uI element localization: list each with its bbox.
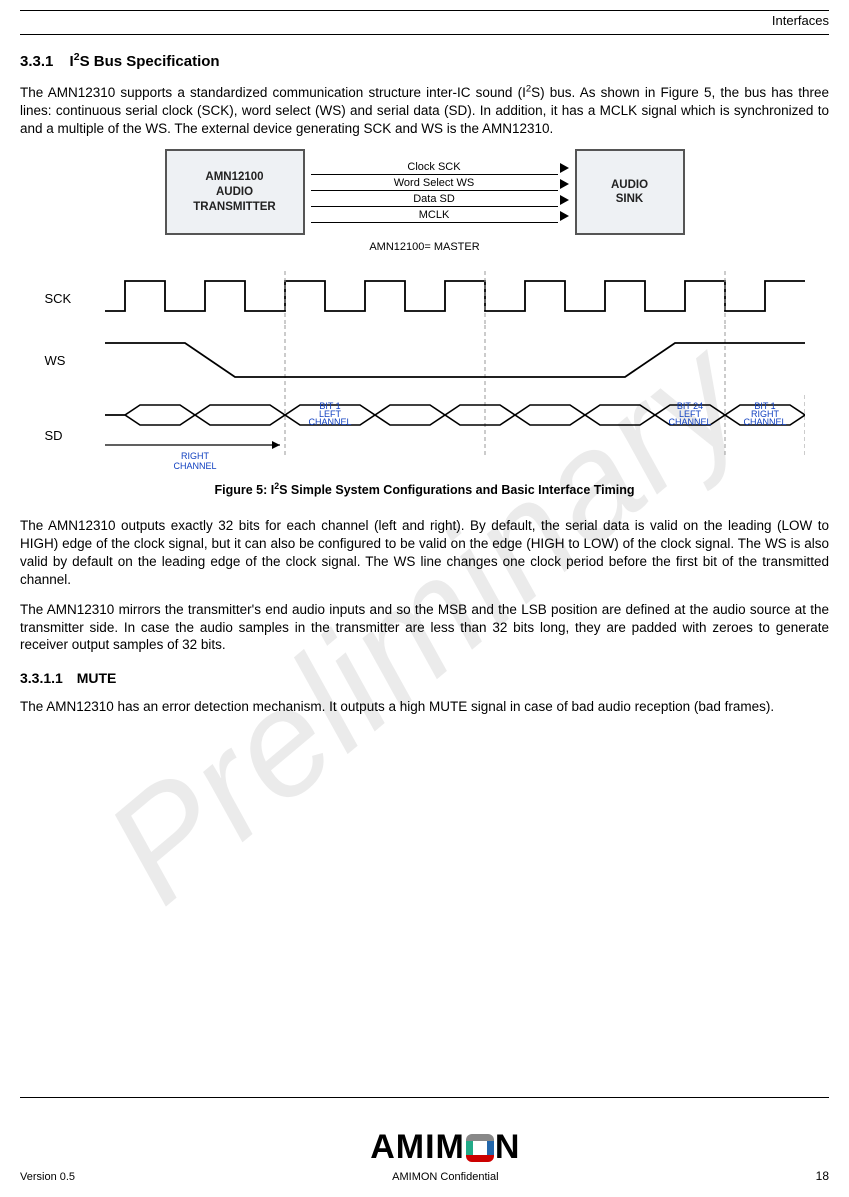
header-section: Interfaces xyxy=(20,13,829,28)
svg-text:CHANNEL: CHANNEL xyxy=(308,417,351,427)
arrow-icon xyxy=(560,195,569,205)
signal-sd: Data SD xyxy=(311,193,558,207)
version-label: Version 0.5 xyxy=(20,1171,75,1183)
svg-text:CHANNEL: CHANNEL xyxy=(173,461,216,471)
arrow-icon xyxy=(560,179,569,189)
arrow-icon xyxy=(560,163,569,173)
amimon-logo: AMIMN xyxy=(370,1128,520,1167)
sink-box: AUDIO SINK xyxy=(575,149,685,235)
subsection-title: MUTE xyxy=(77,670,117,686)
section-number: 3.3.1 xyxy=(20,53,53,70)
wave-ws xyxy=(105,325,805,395)
paragraph-1: The AMN12310 supports a standardized com… xyxy=(20,84,829,137)
label-sck: SCK xyxy=(45,291,105,306)
rule-top xyxy=(20,10,829,11)
subsection-number: 3.3.1.1 xyxy=(20,670,63,686)
section-heading: 3.3.1 I2S Bus Specification xyxy=(20,53,829,70)
svg-text:CHANNEL: CHANNEL xyxy=(743,417,786,427)
wave-sck xyxy=(105,271,805,325)
paragraph-2: The AMN12310 outputs exactly 32 bits for… xyxy=(20,517,829,588)
arrow-icon xyxy=(560,211,569,221)
subsection-heading: 3.3.1.1 MUTE xyxy=(20,670,829,686)
transmitter-box: AMN12100 AUDIO TRANSMITTER xyxy=(165,149,305,235)
signal-lines: Clock SCK Word Select WS Data SD MCLK xyxy=(305,159,575,225)
master-note: AMN12100= MASTER xyxy=(20,241,829,253)
section-title-post: S Bus Specification xyxy=(80,53,220,70)
label-ws: WS xyxy=(45,353,105,368)
wave-sd: BIT 1 LEFT CHANNEL BIT 24 LEFT CHANNEL B… xyxy=(105,395,805,475)
block-diagram: AMN12100 AUDIO TRANSMITTER Clock SCK Wor… xyxy=(165,149,685,235)
signal-sck: Clock SCK xyxy=(311,161,558,175)
page-number: 18 xyxy=(816,1169,829,1183)
timing-diagram: SCK WS SD BIT 1 xyxy=(45,271,805,475)
signal-ws: Word Select WS xyxy=(311,177,558,191)
confidential-label: AMIMON Confidential xyxy=(75,1171,816,1183)
rule-under-header xyxy=(20,34,829,35)
figure-caption: Figure 5: I2S Simple System Configuratio… xyxy=(20,483,829,497)
label-sd: SD xyxy=(45,428,105,443)
paragraph-3: The AMN12310 mirrors the transmitter's e… xyxy=(20,601,829,654)
signal-mclk: MCLK xyxy=(311,209,558,223)
svg-text:RIGHT: RIGHT xyxy=(181,451,210,461)
logo-square-icon xyxy=(466,1134,494,1162)
paragraph-4: The AMN12310 has an error detection mech… xyxy=(20,698,829,716)
footer: Version 0.5 AMIMN AMIMON Confidential 18 xyxy=(20,1097,829,1183)
svg-text:CHANNEL: CHANNEL xyxy=(668,417,711,427)
rule-footer xyxy=(20,1097,829,1098)
